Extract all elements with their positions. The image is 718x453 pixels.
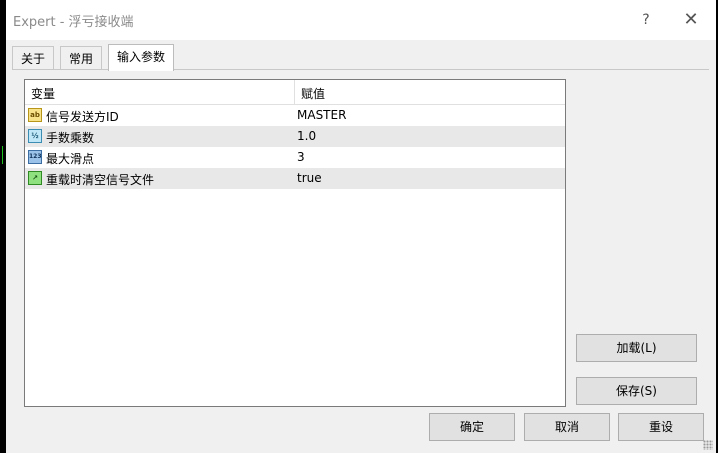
ok-button[interactable]: 确定 <box>429 413 515 441</box>
reset-button[interactable]: 重设 <box>618 413 704 441</box>
param-name: 最大滑点 <box>46 152 95 166</box>
double-type-icon: ½ <box>28 129 42 143</box>
column-value[interactable]: 赋值 <box>301 85 325 102</box>
table-row[interactable]: ½ 手数乘数 1.0 <box>25 126 565 147</box>
param-value[interactable]: MASTER <box>297 108 346 122</box>
resize-grip-icon[interactable] <box>703 440 713 450</box>
load-button[interactable]: 加载(L) <box>576 334 697 362</box>
tab-bar: 关于 常用 输入参数 <box>6 44 716 71</box>
boolean-type-icon: ↗ <box>28 171 42 185</box>
title-bar: Expert - 浮亏接收端 ? ✕ <box>6 0 716 40</box>
param-name: 信号发送方ID <box>46 110 119 124</box>
tab-common[interactable]: 常用 <box>60 46 103 70</box>
table-row[interactable]: 123 最大滑点 3 <box>25 147 565 168</box>
grid-header: 变量 赋值 <box>25 80 565 105</box>
expert-dialog: Expert - 浮亏接收端 ? ✕ 关于 常用 输入参数 变量 赋值 ab 信… <box>6 0 716 453</box>
window-title: Expert - 浮亏接收端 <box>13 15 134 30</box>
save-button[interactable]: 保存(S) <box>576 377 697 405</box>
param-value[interactable]: 3 <box>297 150 305 164</box>
parameters-grid[interactable]: 变量 赋值 ab 信号发送方ID MASTER ½ 手数乘数 1.0 123 最… <box>24 79 566 407</box>
integer-type-icon: 123 <box>28 150 42 164</box>
table-row[interactable]: ab 信号发送方ID MASTER <box>25 105 565 126</box>
help-icon[interactable]: ? <box>632 8 660 32</box>
param-name: 重载时清空信号文件 <box>46 173 155 187</box>
tab-about[interactable]: 关于 <box>12 46 55 70</box>
param-value[interactable]: true <box>297 171 322 185</box>
close-icon[interactable]: ✕ <box>677 8 705 32</box>
column-separator[interactable] <box>294 80 295 104</box>
chart-line-left <box>2 146 3 164</box>
param-name: 手数乘数 <box>46 131 95 145</box>
param-value[interactable]: 1.0 <box>297 129 316 143</box>
cancel-button[interactable]: 取消 <box>524 413 610 441</box>
tab-inputs[interactable]: 输入参数 <box>108 44 175 71</box>
column-variable[interactable]: 变量 <box>31 85 55 102</box>
string-type-icon: ab <box>28 108 42 122</box>
table-row[interactable]: ↗ 重载时清空信号文件 true <box>25 168 565 189</box>
